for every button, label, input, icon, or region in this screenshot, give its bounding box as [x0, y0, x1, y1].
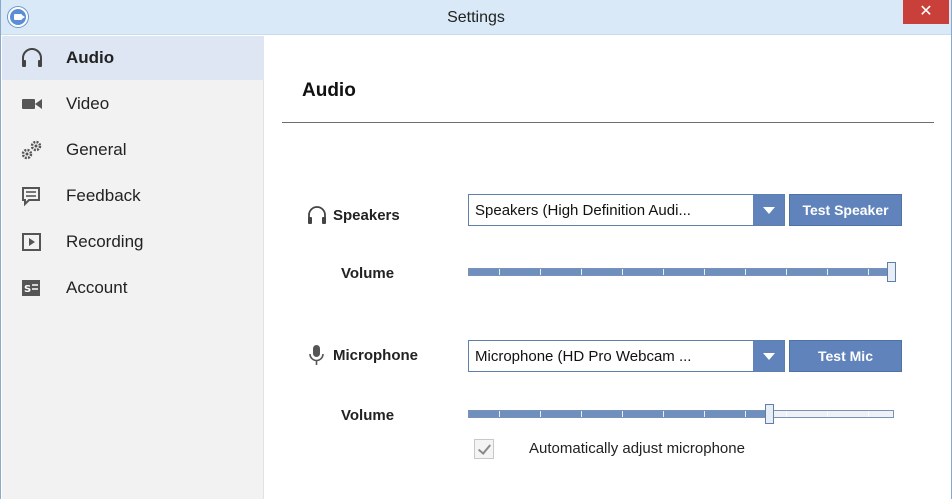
svg-text:S: S — [24, 284, 31, 295]
sidebar-item-feedback[interactable]: Feedback — [20, 174, 264, 218]
play-icon — [20, 231, 44, 253]
window-title: Settings — [447, 9, 505, 26]
sidebar-item-video[interactable]: Video — [20, 82, 264, 126]
title-divider — [282, 122, 934, 123]
sidebar-item-recording[interactable]: Recording — [20, 220, 264, 264]
page-title: Audio — [302, 80, 356, 101]
microphone-select-value: Microphone (HD Pro Webcam ... — [475, 347, 692, 365]
headphones-icon — [20, 47, 44, 69]
slider-track — [468, 268, 894, 276]
speaker-volume-label: Volume — [341, 265, 395, 282]
slider-track — [468, 410, 894, 418]
mic-volume-slider[interactable] — [468, 404, 903, 424]
slider-thumb[interactable] — [887, 262, 896, 282]
slider-ticks — [469, 411, 893, 417]
speaker-select[interactable]: Speakers (High Definition Audi... — [468, 194, 785, 226]
sidebar-item-label: Audio — [66, 48, 115, 67]
chevron-down-icon[interactable] — [753, 195, 784, 225]
test-mic-button[interactable]: Test Mic — [789, 340, 902, 372]
auto-adjust-label: Automatically adjust microphone — [529, 440, 745, 457]
account-card-icon: S — [20, 277, 44, 299]
microphone-label: Microphone — [307, 344, 418, 366]
mic-volume-label: Volume — [341, 407, 395, 424]
sidebar-item-label: General — [66, 140, 127, 159]
test-speaker-button[interactable]: Test Speaker — [789, 194, 902, 226]
speaker-volume-slider[interactable] — [468, 262, 903, 282]
auto-adjust-checkbox[interactable] — [474, 439, 494, 459]
chat-bubble-icon — [20, 185, 44, 207]
chevron-down-icon[interactable] — [753, 341, 784, 371]
sidebar-item-general[interactable]: General — [20, 128, 264, 172]
audio-settings-panel: Audio Speakers Speakers (High Definition… — [265, 36, 951, 499]
sidebar-item-label: Account — [66, 278, 128, 297]
sidebar-item-label: Recording — [66, 232, 144, 251]
sidebar-item-audio[interactable]: Audio — [2, 36, 264, 80]
speakers-label-text: Speakers — [333, 206, 400, 224]
title-bar: Settings ✕ — [1, 0, 951, 35]
microphone-icon — [307, 344, 327, 366]
slider-thumb[interactable] — [765, 404, 774, 424]
settings-window: Settings ✕ Audio Video General Feedback … — [0, 0, 952, 499]
speakers-label: Speakers — [307, 204, 400, 226]
microphone-select[interactable]: Microphone (HD Pro Webcam ... — [468, 340, 785, 372]
headphones-icon — [307, 204, 327, 226]
sidebar-item-label: Feedback — [66, 186, 141, 205]
sidebar: Audio Video General Feedback Recording S… — [2, 36, 264, 499]
microphone-label-text: Microphone — [333, 346, 418, 364]
slider-ticks — [469, 269, 893, 275]
video-camera-icon — [20, 93, 44, 115]
gears-icon — [20, 139, 44, 161]
sidebar-item-account[interactable]: S Account — [20, 266, 264, 310]
speaker-select-value: Speakers (High Definition Audi... — [475, 201, 691, 219]
sidebar-item-label: Video — [66, 94, 110, 113]
close-button[interactable]: ✕ — [903, 0, 949, 24]
